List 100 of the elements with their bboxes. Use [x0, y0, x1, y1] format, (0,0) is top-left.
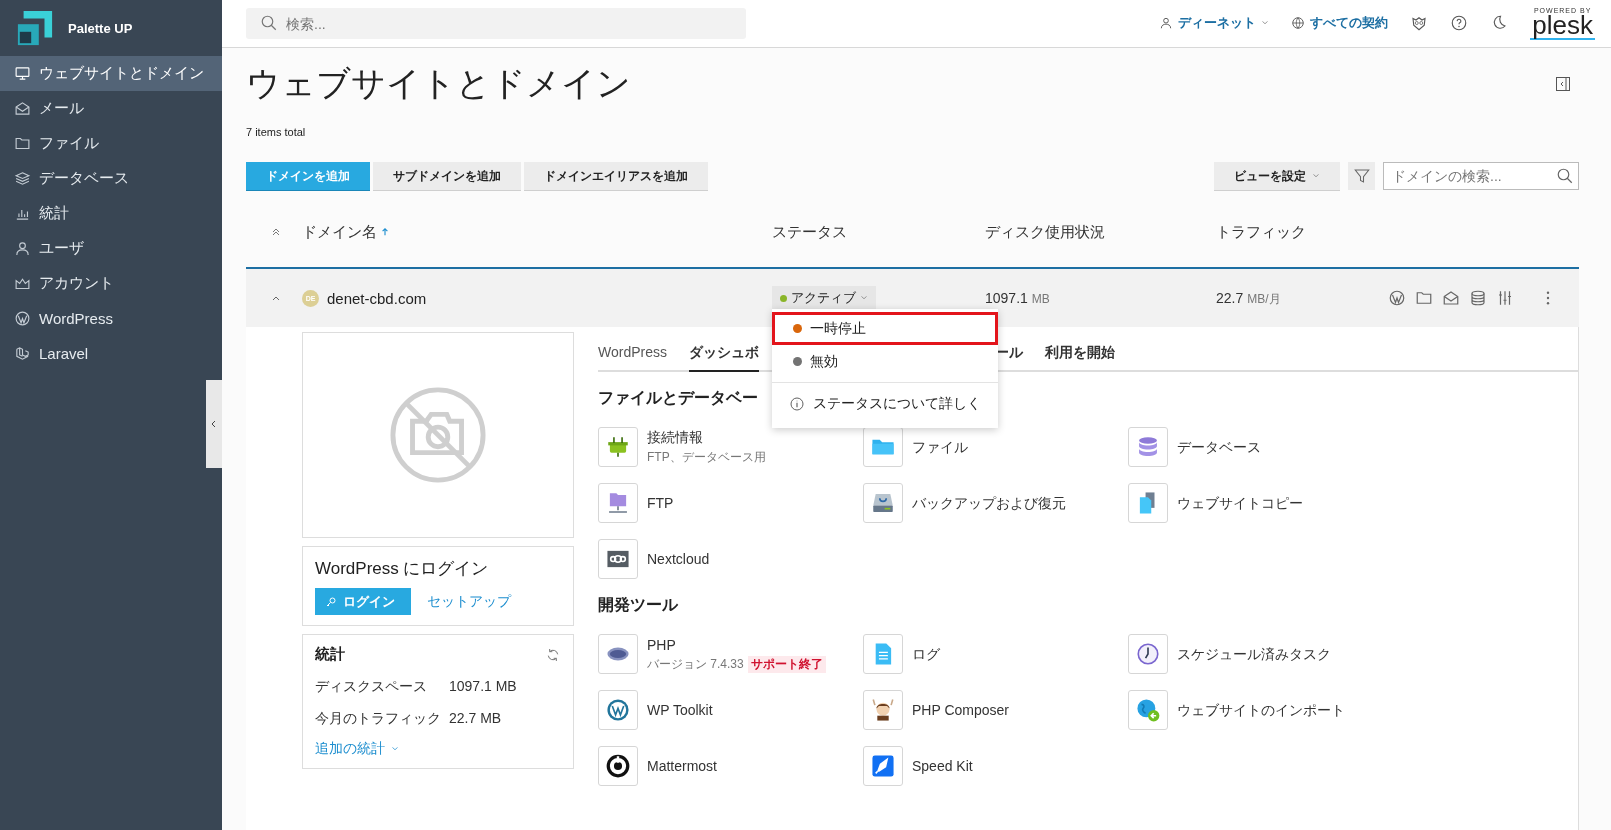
clock-icon[interactable]	[1128, 634, 1168, 674]
emblem-icon[interactable]	[1410, 14, 1429, 33]
caret-icon	[1312, 172, 1320, 180]
section-title: 開発ツール	[598, 595, 678, 615]
panel-toggle-icon[interactable]	[1555, 76, 1571, 92]
globe-icon[interactable]	[1128, 690, 1168, 730]
collapse-handle[interactable]	[206, 380, 222, 468]
domain-search-field[interactable]: ドメインの検索...	[1383, 162, 1579, 190]
tool-link[interactable]: ウェブサイトのインポート	[1177, 701, 1345, 718]
tool-link[interactable]: 接続情報	[647, 429, 703, 445]
sidebar-item[interactable]: WordPress	[0, 301, 222, 336]
tool-description: FTP、データベース用	[647, 449, 766, 466]
menu-item[interactable]: ステータスについて詳しく	[772, 387, 998, 420]
help-icon[interactable]	[1450, 14, 1469, 33]
tool-description: バージョン 7.4.33	[647, 655, 744, 673]
cube-icon	[14, 345, 31, 362]
rocket-icon[interactable]	[863, 746, 903, 786]
tool-link[interactable]: Nextcloud	[647, 551, 710, 567]
tool-link[interactable]: WP Toolkit	[647, 702, 713, 718]
unit-label: MB	[1031, 292, 1050, 306]
stat-label: 今月のトラフィック	[315, 710, 442, 728]
tool-link[interactable]: データベース	[1177, 438, 1261, 455]
brand-name: Palette UP	[68, 20, 133, 36]
envelope-icon	[14, 100, 31, 117]
subscriptions-link[interactable]: すべての契約	[1291, 14, 1389, 33]
tool-link[interactable]: PHP Composer	[912, 702, 1009, 718]
caret-icon	[860, 294, 868, 302]
card-title: WordPress にログイン	[315, 558, 490, 580]
page-title: ウェブサイトとドメイン	[246, 63, 631, 104]
sidebar-item[interactable]: メール	[0, 91, 222, 126]
sidebar-item[interactable]: データベース	[0, 161, 222, 196]
logo-icon	[16, 9, 54, 47]
menu-item[interactable]: 無効	[772, 345, 998, 378]
circle-logo-icon[interactable]	[1388, 289, 1406, 307]
sidebar-item[interactable]: ユーザ	[0, 231, 222, 266]
figure-icon[interactable]	[863, 690, 903, 730]
status-badge: サポート終了	[747, 655, 826, 673]
stat-value: 22.7 MB	[449, 710, 502, 728]
column-header[interactable]: ドメイン名	[302, 222, 389, 242]
filter-button[interactable]	[1348, 162, 1375, 190]
monitor-icon	[14, 65, 31, 82]
product-logo: plesk	[1530, 14, 1595, 40]
envelope-icon[interactable]	[1442, 289, 1460, 307]
sidebar-item[interactable]: ウェブサイトとドメイン	[0, 56, 222, 91]
documents-icon[interactable]	[1128, 483, 1168, 523]
toolbar-button[interactable]: ドメインエイリアスを追加	[524, 162, 708, 190]
tool-link[interactable]: PHP	[647, 636, 676, 653]
more-stats-link[interactable]: 追加の統計	[315, 740, 561, 758]
column-header[interactable]: ディスク使用状況	[985, 222, 1105, 242]
items-count: 7 items total	[246, 126, 307, 138]
tool-link[interactable]: スケジュール済みタスク	[1177, 645, 1331, 662]
search-icon	[1556, 167, 1574, 185]
domain-link[interactable]: denet-cbd.com	[327, 289, 427, 307]
toolbar-button[interactable]: サブドメインを追加	[373, 162, 521, 190]
view-button[interactable]: ビューを設定	[1214, 162, 1340, 190]
sidebar-item[interactable]: 統計	[0, 196, 222, 231]
collapse-all-icon[interactable]	[271, 227, 281, 237]
tool-link[interactable]: バックアップおよび復元	[912, 494, 1066, 511]
search-icon	[260, 14, 278, 32]
filter-icon	[1352, 167, 1371, 185]
database-icon[interactable]	[1128, 427, 1168, 467]
layers-icon	[14, 170, 31, 187]
tool-link[interactable]: Speed Kit	[912, 758, 973, 774]
sidebar-item[interactable]: ファイル	[0, 126, 222, 161]
plug-icon[interactable]	[598, 427, 638, 467]
card-title: 統計	[315, 645, 345, 664]
stat-label: ディスクスペース	[315, 678, 428, 696]
folder-icon[interactable]	[1415, 289, 1433, 307]
tool-link[interactable]: ウェブサイトコピー	[1177, 494, 1303, 511]
key-icon	[325, 595, 337, 608]
rings-icon[interactable]	[598, 539, 638, 579]
circle-logo-icon	[14, 310, 31, 327]
caret-icon	[391, 745, 399, 753]
network-folder-icon[interactable]	[598, 483, 638, 523]
drive-icon[interactable]	[863, 483, 903, 523]
setup-link[interactable]: セットアップ	[427, 592, 511, 611]
tab[interactable]: 利用を開始	[1045, 344, 1115, 370]
sliders-icon[interactable]	[1496, 289, 1514, 307]
section-title: ファイルとデータベー	[598, 388, 758, 408]
user-menu[interactable]: ディーネット	[1159, 14, 1270, 33]
column-header[interactable]: トラフィック	[1216, 222, 1306, 242]
database-icon[interactable]	[1469, 289, 1487, 307]
status-dropdown[interactable]: アクティブ	[772, 286, 876, 310]
sidebar-item[interactable]: Laravel	[0, 336, 222, 371]
tool-link[interactable]: ログ	[912, 645, 940, 662]
folder-icon	[14, 135, 31, 152]
tool-link[interactable]: Mattermost	[647, 758, 717, 774]
menu-item[interactable]: 一時停止	[772, 312, 998, 345]
ellipse-logo-icon[interactable]	[598, 634, 638, 674]
crown-icon	[14, 275, 31, 292]
user-icon	[14, 240, 31, 257]
tool-link[interactable]: ファイル	[912, 438, 968, 455]
tab[interactable]: WordPress	[598, 344, 667, 370]
sidebar-item[interactable]: アカウント	[0, 266, 222, 301]
info-icon	[789, 395, 805, 412]
tab[interactable]: ダッシュボ	[689, 344, 759, 372]
search-field[interactable]: 検索...	[246, 8, 746, 39]
refresh-icon[interactable]	[545, 646, 561, 663]
column-header[interactable]: ステータス	[772, 222, 847, 242]
tool-link[interactable]: FTP	[647, 495, 674, 511]
